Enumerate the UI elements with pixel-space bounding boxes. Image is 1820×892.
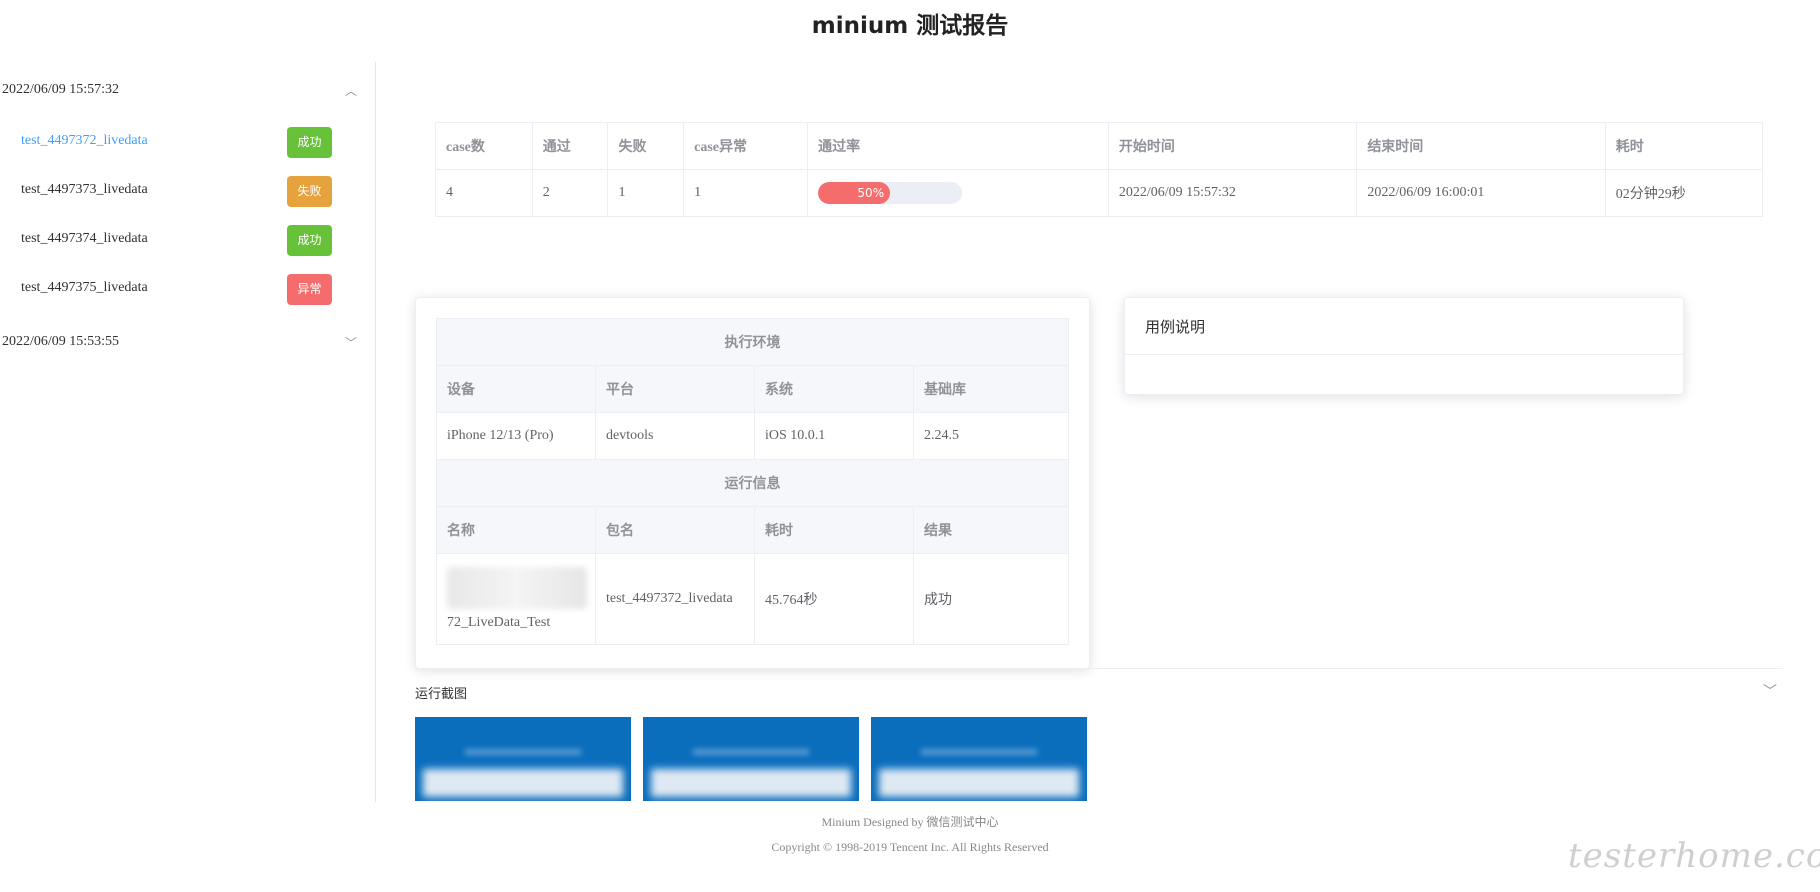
- case-item[interactable]: test_4497372_livedata 成功: [21, 127, 332, 159]
- case-name[interactable]: test_4497373_livedata: [21, 182, 148, 198]
- description-card: 用例说明: [1124, 297, 1684, 395]
- chevron-down-icon[interactable]: ﹀: [1763, 681, 1777, 701]
- run-header-cell: 结果: [913, 506, 1069, 554]
- env-header-cell: 基础库: [913, 365, 1069, 413]
- status-badge: 成功: [287, 127, 332, 158]
- screenshot-thumbnail[interactable]: [871, 717, 1087, 801]
- run-name-cell: 72_LiveData_Test: [436, 553, 596, 645]
- blurred-content: [921, 749, 1037, 755]
- device-value: iPhone 12/13 (Pro): [436, 412, 596, 460]
- failed-count: 1: [607, 169, 685, 217]
- case-count: 4: [435, 169, 533, 217]
- error-count: 1: [683, 169, 809, 217]
- run-header-cell: 耗时: [754, 506, 914, 554]
- pass-rate-label: 50%: [857, 186, 885, 200]
- summary-table: case数 通过 失败 case异常 通过率 开始时间 结束时间 耗时 4 2 …: [435, 122, 1764, 217]
- summary-header-cell: 开始时间: [1107, 122, 1358, 170]
- total-duration: 02分钟29秒: [1604, 169, 1764, 217]
- status-badge: 异常: [287, 274, 332, 305]
- pass-rate-cell: 50%: [807, 169, 1109, 217]
- blurred-content: [879, 769, 1079, 797]
- run-header-cell: 包名: [595, 506, 755, 554]
- env-section-title: 执行环境: [436, 318, 1069, 366]
- page-title: minium 测试报告: [811, 13, 1009, 39]
- run-group-header[interactable]: 2022/06/09 15:53:55 ﹀: [2, 334, 357, 350]
- case-item[interactable]: test_4497375_livedata 异常: [21, 274, 332, 306]
- environment-card: 执行环境 设备 平台 系统 基础库 iPhone 12/13 (Pro) dev…: [415, 297, 1090, 669]
- summary-header-row: case数 通过 失败 case异常 通过率 开始时间 结束时间 耗时: [435, 122, 1764, 170]
- env-header-cell: 设备: [436, 365, 596, 413]
- sdk-version-value: 2.24.5: [913, 412, 1069, 460]
- run-group-timestamp: 2022/06/09 15:57:32: [2, 82, 120, 97]
- blurred-content: [693, 749, 809, 755]
- screenshots-label: 运行截图: [415, 687, 468, 702]
- summary-header-cell: 通过: [531, 122, 609, 170]
- summary-header-cell: 通过率: [807, 122, 1109, 170]
- blurred-content: [465, 749, 581, 755]
- run-result: 成功: [913, 553, 1069, 645]
- run-duration: 45.764秒: [754, 553, 914, 645]
- divider: [1125, 354, 1683, 355]
- passed-count: 2: [531, 169, 609, 217]
- case-item[interactable]: test_4497373_livedata 失败: [21, 176, 332, 208]
- status-badge: 失败: [287, 176, 332, 207]
- footer-copyright: Copyright © 1998-2019 Tencent Inc. All R…: [771, 840, 1049, 854]
- run-header-cell: 名称: [436, 506, 596, 554]
- summary-header-cell: 失败: [607, 122, 685, 170]
- summary-header-cell: case数: [435, 122, 533, 170]
- blurred-content: [651, 769, 851, 797]
- case-item[interactable]: test_4497374_livedata 成功: [21, 225, 332, 257]
- chevron-down-icon[interactable]: ﹀: [345, 334, 357, 351]
- footer-designed: Minium Designed by 微信测试中心: [821, 815, 999, 829]
- screenshot-thumbnail[interactable]: [643, 717, 859, 801]
- screenshot-thumbnail[interactable]: [415, 717, 631, 801]
- env-header-cell: 系统: [754, 365, 914, 413]
- system-value: iOS 10.0.1: [754, 412, 914, 460]
- summary-value-row: 4 2 1 1 50% 2022/06/09 15:57:32 2022/06/…: [435, 169, 1764, 217]
- case-name[interactable]: test_4497374_livedata: [21, 231, 148, 247]
- platform-value: devtools: [595, 412, 755, 460]
- pass-rate-fill: 50%: [818, 182, 891, 204]
- run-package: test_4497372_livedata: [595, 553, 755, 645]
- start-time: 2022/06/09 15:57:32: [1107, 169, 1358, 217]
- status-badge: 成功: [287, 225, 332, 256]
- run-name-suffix: 72_LiveData_Test: [447, 615, 551, 630]
- summary-header-cell: case异常: [683, 122, 809, 170]
- run-group-timestamp: 2022/06/09 15:53:55: [2, 334, 120, 349]
- case-name[interactable]: test_4497372_livedata: [21, 133, 148, 149]
- summary-header-cell: 结束时间: [1356, 122, 1606, 170]
- env-header-cell: 平台: [595, 365, 755, 413]
- case-name[interactable]: test_4497375_livedata: [21, 280, 148, 296]
- sidebar: 2022/06/09 15:57:32 ︿ test_4497372_lived…: [0, 62, 376, 802]
- blurred-text: [447, 567, 587, 609]
- summary-header-cell: 耗时: [1604, 122, 1764, 170]
- screenshots-collapse-header[interactable]: 运行截图 ﹀: [415, 668, 1783, 717]
- environment-table: 执行环境 设备 平台 系统 基础库 iPhone 12/13 (Pro) dev…: [436, 318, 1069, 645]
- description-title: 用例说明: [1145, 318, 1206, 336]
- chevron-up-icon[interactable]: ︿: [345, 82, 357, 99]
- blurred-content: [423, 769, 623, 797]
- watermark: testerhome.com: [1568, 836, 1820, 876]
- end-time: 2022/06/09 16:00:01: [1356, 169, 1606, 217]
- run-group-header[interactable]: 2022/06/09 15:57:32 ︿: [2, 82, 357, 98]
- pass-rate-progress: 50%: [818, 182, 963, 204]
- run-section-title: 运行信息: [436, 459, 1069, 507]
